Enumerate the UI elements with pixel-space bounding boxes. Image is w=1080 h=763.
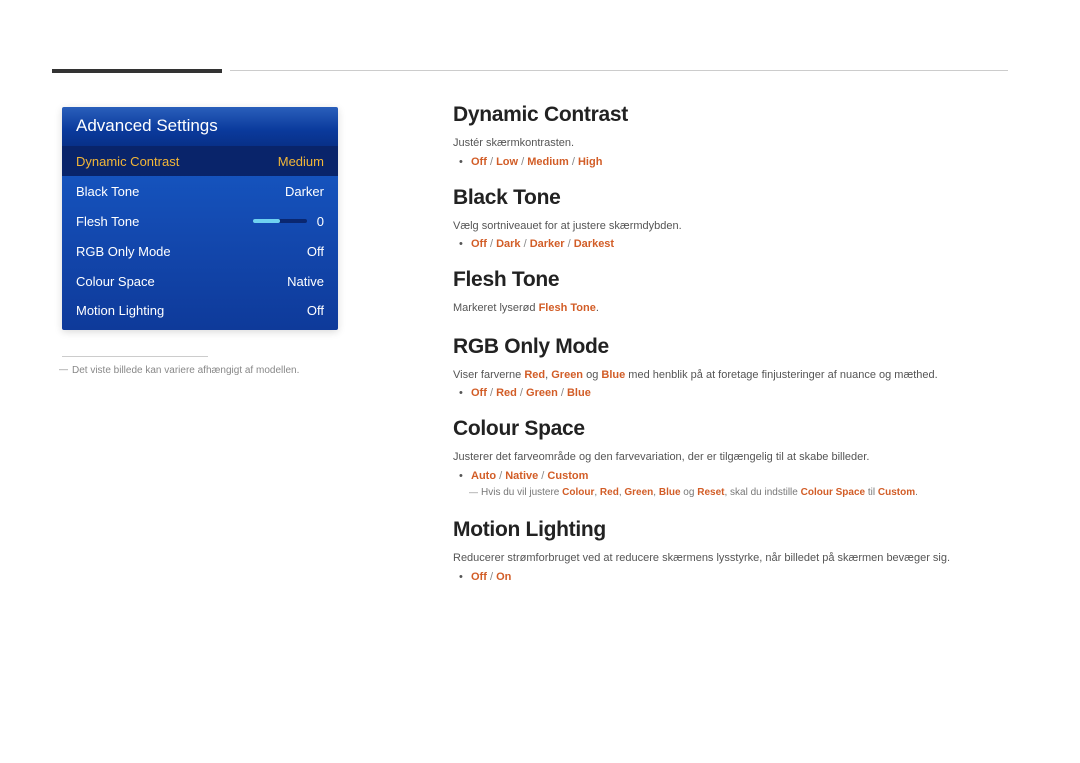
row-value: Medium [278,154,324,169]
section-desc: Justér skærmkontrasten. [453,135,1008,152]
row-value: 0 [317,214,324,229]
panel-row-black-tone[interactable]: Black Tone Darker [62,176,338,206]
section-options: Off / Red / Green / Blue [453,387,1008,399]
panel-body: Dynamic Contrast Medium Black Tone Darke… [62,146,338,330]
row-value-wrap: 0 [253,214,324,229]
row-label: RGB Only Mode [76,244,307,259]
section-note: Hvis du vil justere Colour, Red, Green, … [453,486,1008,501]
row-value: Native [287,274,324,289]
section-rgb-only: RGB Only Mode Viser farverne Red, Green … [453,335,1008,400]
footnote-divider [62,356,208,357]
section-title: Black Tone [453,186,1008,210]
row-label: Flesh Tone [76,214,253,229]
right-column: Dynamic Contrast Justér skærmkontrasten.… [453,103,1008,601]
section-motion-lighting: Motion Lighting Reducerer strømforbruget… [453,518,1008,583]
left-column: Advanced Settings Dynamic Contrast Mediu… [62,107,338,376]
section-options: Off / Dark / Darker / Darkest [453,238,1008,250]
row-value: Darker [285,184,324,199]
row-label: Black Tone [76,184,285,199]
section-desc: Viser farverne Red, Green og Blue med he… [453,367,1008,384]
section-desc: Reducerer strømforbruget ved at reducere… [453,550,1008,567]
section-desc: Markeret lyserød Flesh Tone. [453,300,1008,317]
row-value: Off [307,303,324,318]
panel-row-dynamic-contrast[interactable]: Dynamic Contrast Medium [62,146,338,176]
section-desc: Justerer det farveområde og den farvevar… [453,449,1008,466]
section-title: Colour Space [453,417,1008,441]
row-value: Off [307,244,324,259]
header-rule [230,70,1008,71]
section-black-tone: Black Tone Vælg sortniveauet for at just… [453,186,1008,251]
panel-row-rgb-only[interactable]: RGB Only Mode Off [62,236,338,266]
flesh-tone-slider[interactable] [253,219,307,223]
section-flesh-tone: Flesh Tone Markeret lyserød Flesh Tone. [453,268,1008,317]
section-colour-space: Colour Space Justerer det farveområde og… [453,417,1008,500]
panel-footnote: Det viste billede kan variere afhængigt … [62,365,338,376]
panel-row-motion-lighting[interactable]: Motion Lighting Off [62,296,338,330]
section-dynamic-contrast: Dynamic Contrast Justér skærmkontrasten.… [453,103,1008,168]
section-title: Motion Lighting [453,518,1008,542]
section-options: Off / On [453,571,1008,583]
row-label: Colour Space [76,274,287,289]
section-options: Off / Low / Medium / High [453,156,1008,168]
section-title: Flesh Tone [453,268,1008,292]
panel-row-colour-space[interactable]: Colour Space Native [62,266,338,296]
slider-fill [253,219,280,223]
panel-row-flesh-tone[interactable]: Flesh Tone 0 [62,206,338,236]
advanced-settings-panel: Advanced Settings Dynamic Contrast Mediu… [62,107,338,330]
row-label: Motion Lighting [76,303,307,318]
header-accent-bar [52,69,222,73]
section-options: Auto / Native / Custom [453,470,1008,482]
panel-title: Advanced Settings [62,107,338,146]
section-title: Dynamic Contrast [453,103,1008,127]
section-desc: Vælg sortniveauet for at justere skærmdy… [453,218,1008,235]
row-label: Dynamic Contrast [76,154,278,169]
section-title: RGB Only Mode [453,335,1008,359]
